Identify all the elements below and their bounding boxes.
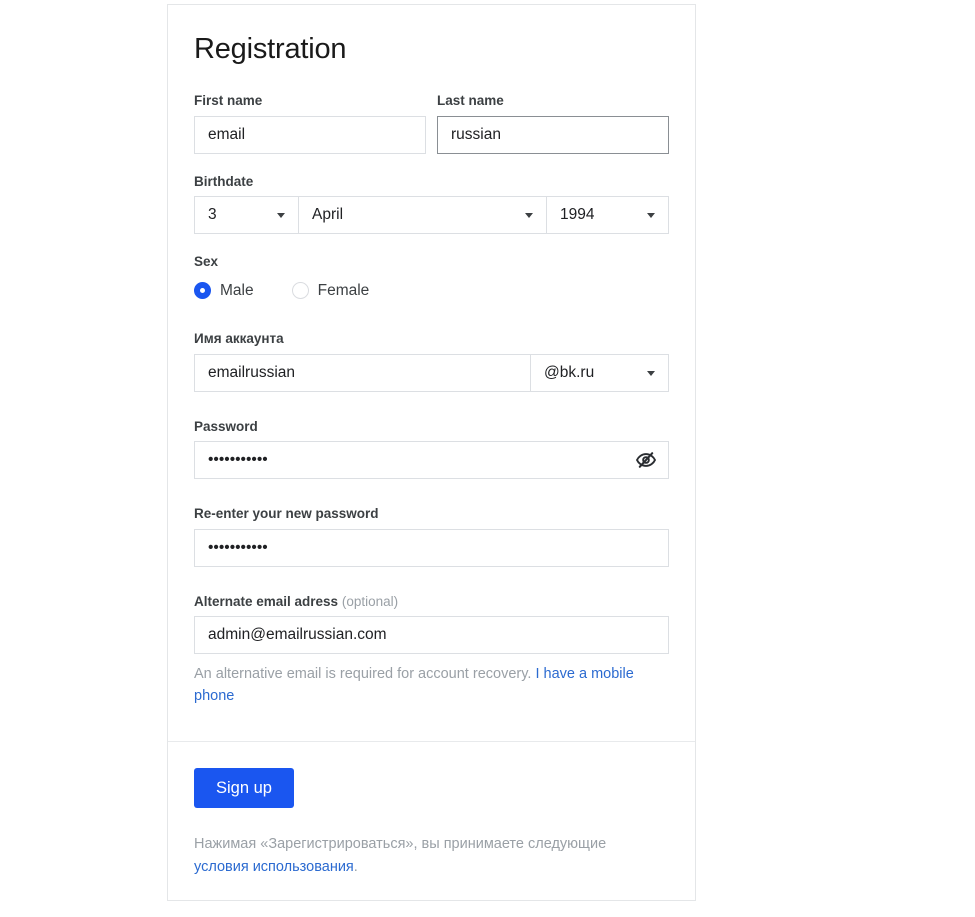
birthdate-row: 3 April 1994 xyxy=(194,196,669,235)
chevron-down-icon xyxy=(647,213,655,219)
account-name-row: @bk.ru xyxy=(194,353,669,392)
last-name-col: Last name xyxy=(437,92,669,154)
birthdate-group: Birthdate 3 April 1994 xyxy=(194,173,669,235)
sex-radio-female-label: Female xyxy=(317,281,370,299)
alternate-email-label: Alternate email adress (optional) xyxy=(194,593,669,611)
account-name-label: Имя аккаунта xyxy=(194,330,284,346)
page-title: Registration xyxy=(194,33,347,65)
terms-suffix: . xyxy=(353,858,358,875)
sex-radio-male[interactable]: Male xyxy=(194,282,254,300)
sex-radio-row: Male Female xyxy=(194,282,669,300)
eye-slash-icon xyxy=(635,452,657,468)
radio-unselected-icon xyxy=(291,282,309,300)
birthdate-year-select[interactable]: 1994 xyxy=(546,196,669,235)
chevron-down-icon xyxy=(647,370,655,376)
signup-button[interactable]: Sign up xyxy=(194,767,294,809)
birthdate-day-value: 3 xyxy=(208,206,217,224)
sex-label: Sex xyxy=(194,254,219,270)
password-confirm-label: Re-enter your new password xyxy=(194,506,379,522)
password-group: Password xyxy=(194,418,669,480)
sex-radio-female[interactable]: Female xyxy=(291,281,370,300)
last-name-label: Last name xyxy=(437,93,504,109)
alternate-email-group: Alternate email adress (optional) An alt… xyxy=(194,593,669,708)
password-input-wrap xyxy=(194,441,669,480)
birthdate-month-select[interactable]: April xyxy=(298,196,547,235)
last-name-input[interactable] xyxy=(437,115,669,154)
registration-page: Registration First name Last name Birthd… xyxy=(0,0,975,917)
toggle-password-visibility-button[interactable] xyxy=(633,447,659,473)
account-name-group: Имя аккаунта @bk.ru xyxy=(194,330,669,392)
chevron-down-icon xyxy=(277,213,285,219)
first-name-col: First name xyxy=(194,92,426,154)
radio-selected-icon xyxy=(194,282,211,300)
name-fields-group: First name Last name xyxy=(194,92,669,154)
alternate-email-label-text: Alternate email adress xyxy=(194,593,339,609)
registration-footer: Sign up Нажимая «Зарегистрироваться», вы… xyxy=(168,740,695,900)
account-name-input[interactable] xyxy=(194,353,531,392)
birthdate-day-select[interactable]: 3 xyxy=(194,196,299,235)
terms-text: Нажимая «Зарегистрироваться», вы принима… xyxy=(194,833,664,878)
account-domain-value: @bk.ru xyxy=(544,363,595,381)
helper-text-prefix: An alternative email is required for acc… xyxy=(194,666,536,683)
alternate-email-optional-text: (optional) xyxy=(341,593,399,609)
sex-group: Sex Male Female xyxy=(194,253,669,300)
account-domain-select[interactable]: @bk.ru xyxy=(530,353,669,392)
birthdate-label: Birthdate xyxy=(194,173,254,189)
name-row: First name Last name xyxy=(194,92,669,154)
alternate-email-input[interactable] xyxy=(194,616,669,655)
birthdate-year-value: 1994 xyxy=(560,206,595,224)
terms-of-use-link[interactable]: условия использования xyxy=(194,859,354,875)
birthdate-month-value: April xyxy=(312,206,344,224)
first-name-input[interactable] xyxy=(194,115,426,154)
registration-card: Registration First name Last name Birthd… xyxy=(167,4,696,901)
password-confirm-group: Re-enter your new password xyxy=(194,505,669,567)
chevron-down-icon xyxy=(525,213,533,219)
alternate-email-helper-text: An alternative email is required for acc… xyxy=(194,663,646,707)
terms-prefix: Нажимая «Зарегистрироваться», вы принима… xyxy=(194,836,607,853)
sex-radio-male-label: Male xyxy=(220,281,254,299)
password-confirm-input[interactable] xyxy=(194,528,669,567)
password-label: Password xyxy=(194,418,258,434)
registration-form-body: Registration First name Last name Birthd… xyxy=(168,5,695,726)
password-input[interactable] xyxy=(194,441,669,480)
first-name-label: First name xyxy=(194,93,263,109)
